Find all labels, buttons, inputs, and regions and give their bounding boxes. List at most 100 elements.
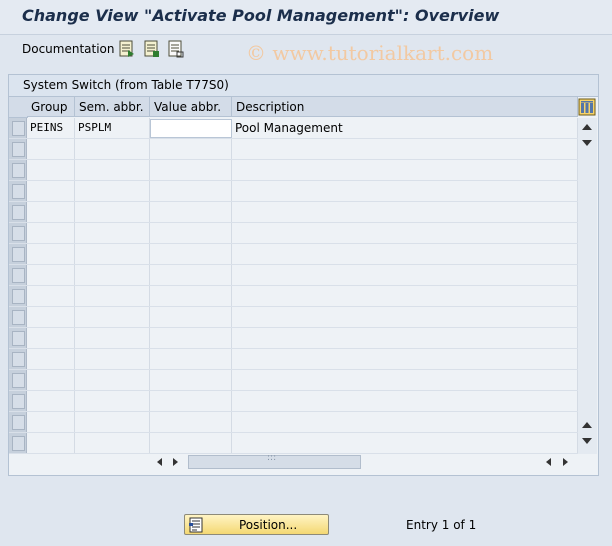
cell-value-abbr	[150, 370, 232, 390]
cell-description	[232, 412, 578, 432]
scroll-page-up-icon[interactable]	[582, 422, 592, 428]
table-row	[9, 307, 578, 328]
select-all-icon[interactable]	[119, 40, 135, 58]
cell-description	[232, 223, 578, 243]
select-all-rows-header[interactable]	[9, 97, 28, 118]
table-row	[9, 202, 578, 223]
cell-description	[232, 265, 578, 285]
cell-value-abbr	[150, 181, 232, 201]
column-header-sem-abbr[interactable]: Sem. abbr.	[75, 97, 150, 117]
table-row	[9, 181, 578, 202]
cell-sem-abbr	[75, 286, 150, 306]
cell-sem-abbr	[75, 160, 150, 180]
cell-group	[27, 370, 75, 390]
row-selector[interactable]	[9, 433, 27, 453]
row-selector[interactable]	[9, 244, 27, 264]
cell-value-abbr	[150, 223, 232, 243]
table-row	[9, 265, 578, 286]
row-selector[interactable]	[9, 307, 27, 327]
cell-value-abbr	[150, 433, 232, 453]
watermark: © www.tutorialkart.com	[246, 41, 494, 65]
cell-value-abbr	[150, 265, 232, 285]
cell-description	[232, 433, 578, 453]
row-selector[interactable]	[9, 328, 27, 348]
table-row	[9, 244, 578, 265]
table-rows: PEINS PSPLM Pool Management	[9, 118, 578, 454]
cell-group	[27, 412, 75, 432]
cell-sem-abbr	[75, 244, 150, 264]
vertical-scrollbar[interactable]	[578, 118, 597, 454]
cell-description	[232, 349, 578, 369]
cell-value-abbr	[150, 328, 232, 348]
cell-group	[27, 223, 75, 243]
column-header-description[interactable]: Description	[232, 97, 578, 117]
cell-description	[232, 370, 578, 390]
scroll-left-icon[interactable]	[157, 458, 162, 466]
position-icon	[189, 517, 203, 533]
row-selector[interactable]	[9, 223, 27, 243]
cell-group	[27, 244, 75, 264]
table-row	[9, 412, 578, 433]
scroll-down-icon[interactable]	[582, 140, 592, 146]
column-header-value-abbr[interactable]: Value abbr.	[150, 97, 232, 117]
cell-description	[232, 286, 578, 306]
table-row	[9, 223, 578, 244]
cell-description	[232, 139, 578, 159]
scroll-right-icon[interactable]	[173, 458, 178, 466]
table-control: Group Sem. abbr. Value abbr. Description…	[9, 97, 598, 454]
cell-value-abbr	[150, 202, 232, 222]
row-selector[interactable]	[9, 160, 27, 180]
deselect-all-icon[interactable]	[144, 40, 160, 58]
cell-description	[232, 160, 578, 180]
cell-description	[232, 391, 578, 411]
table-settings-icon[interactable]	[578, 98, 596, 116]
row-selector[interactable]	[9, 265, 27, 285]
table-row	[9, 370, 578, 391]
cell-value-abbr	[150, 244, 232, 264]
cell-description: Pool Management	[232, 118, 578, 138]
value-abbr-input[interactable]	[150, 119, 232, 138]
cell-sem-abbr	[75, 139, 150, 159]
table-row	[9, 286, 578, 307]
scroll-up-icon[interactable]	[582, 124, 592, 130]
cell-value-abbr	[150, 286, 232, 306]
row-selector[interactable]	[9, 286, 27, 306]
scroll-page-down-icon[interactable]	[582, 438, 592, 444]
documentation-button[interactable]: Documentation	[22, 42, 115, 56]
table-row	[9, 349, 578, 370]
scroll-far-left-icon[interactable]	[546, 458, 551, 466]
cell-value-abbr	[150, 160, 232, 180]
row-selector[interactable]	[9, 139, 27, 159]
row-selector[interactable]	[9, 181, 27, 201]
horizontal-scrollbar[interactable]	[149, 453, 579, 471]
scroll-far-right-icon[interactable]	[563, 458, 568, 466]
table-row	[9, 433, 578, 454]
column-header-group[interactable]: Group	[27, 97, 75, 117]
cell-group	[27, 307, 75, 327]
cell-group	[27, 391, 75, 411]
table-panel: System Switch (from Table T77S0) Group S…	[8, 74, 599, 476]
row-selector[interactable]	[9, 391, 27, 411]
position-button[interactable]: Position...	[184, 514, 329, 535]
row-selector[interactable]	[9, 118, 27, 138]
position-button-label: Position...	[239, 518, 298, 532]
cell-sem-abbr	[75, 433, 150, 453]
cell-group	[27, 349, 75, 369]
table-row	[9, 328, 578, 349]
row-selector[interactable]	[9, 202, 27, 222]
cell-description	[232, 181, 578, 201]
row-selector[interactable]	[9, 370, 27, 390]
select-block-icon[interactable]	[168, 40, 184, 58]
entry-count: Entry 1 of 1	[406, 518, 477, 532]
row-selector[interactable]	[9, 349, 27, 369]
table-row	[9, 391, 578, 412]
table-row: PEINS PSPLM Pool Management	[9, 118, 578, 139]
cell-description	[232, 244, 578, 264]
cell-value-abbr	[150, 391, 232, 411]
row-selector[interactable]	[9, 412, 27, 432]
horizontal-scroll-thumb[interactable]	[188, 453, 361, 469]
cell-group: PEINS	[27, 118, 75, 138]
cell-sem-abbr	[75, 202, 150, 222]
cell-value-abbr	[150, 307, 232, 327]
cell-group	[27, 286, 75, 306]
